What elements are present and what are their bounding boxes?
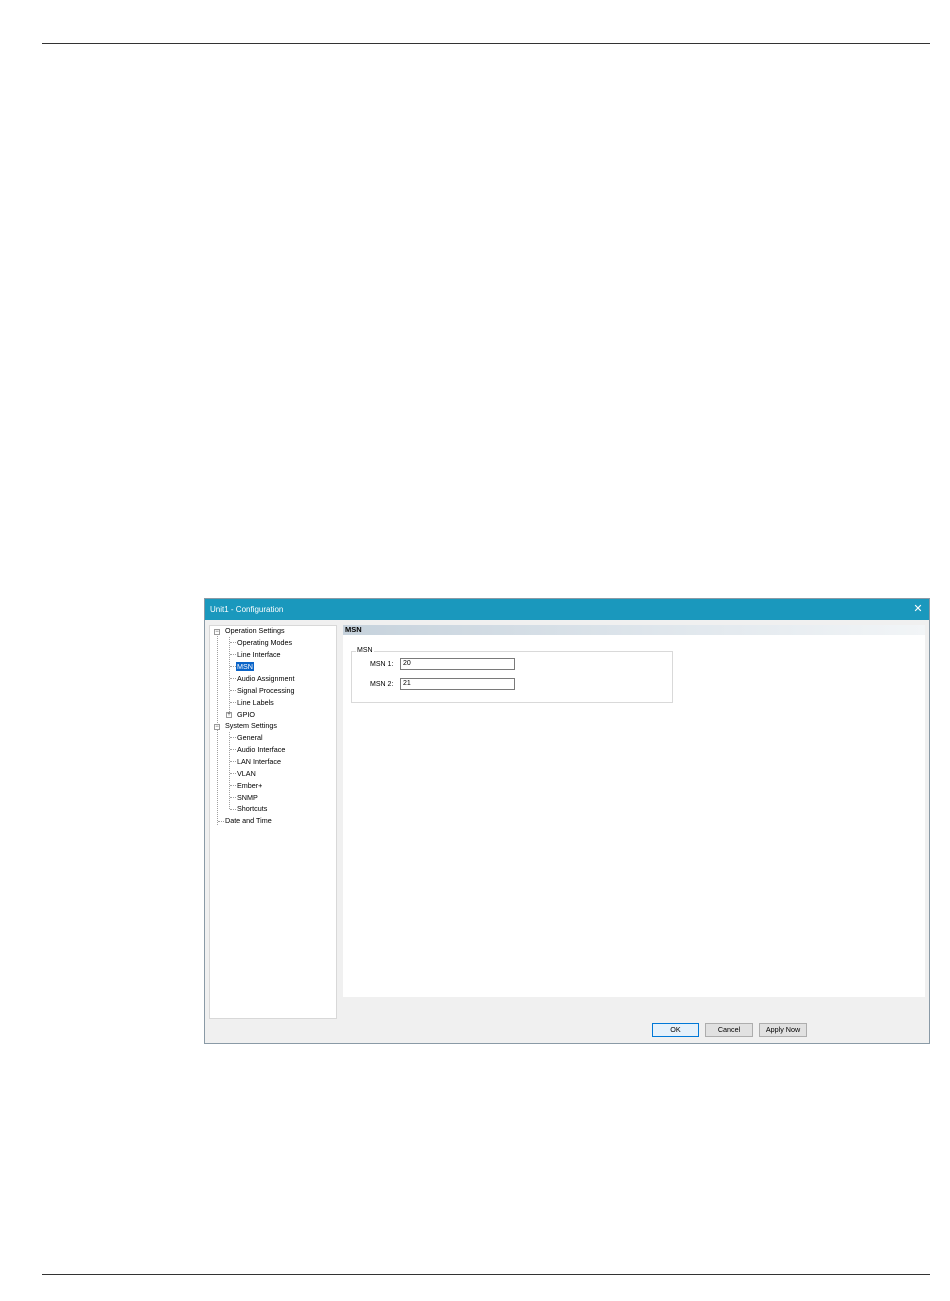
ok-button[interactable]: OK (652, 1023, 699, 1037)
msn2-input[interactable]: 21 (400, 678, 515, 690)
msn1-label: MSN 1: (370, 661, 394, 668)
apply-now-button[interactable]: Apply Now (759, 1023, 807, 1037)
groupbox-title: MSN (356, 646, 374, 656)
configuration-dialog: Unit1 - Configuration ✕ − + − Operation … (204, 598, 930, 1044)
tree-item-audio-assignment[interactable]: Audio Assignment (236, 674, 296, 684)
tree-item-line-labels[interactable]: Line Labels (236, 698, 275, 708)
tree-item-label: MSN (236, 662, 254, 671)
tree-item-operating-modes[interactable]: Operating Modes (236, 638, 293, 648)
tree-item-lan-interface[interactable]: LAN Interface (236, 757, 282, 767)
tree-item-label: SNMP (237, 793, 258, 802)
tree-item-line-interface[interactable]: Line Interface (236, 650, 282, 660)
tree-item-label: Ember+ (237, 781, 263, 790)
tree-item-label: Signal Processing (237, 686, 295, 695)
tree-item-label: Operating Modes (237, 638, 293, 647)
close-icon[interactable]: ✕ (907, 599, 929, 620)
tree-item-label: Operation Settings (225, 626, 285, 635)
tree-item-label: Date and Time (225, 816, 272, 825)
tree-item-msn[interactable]: MSN (236, 662, 254, 672)
tree-item-shortcuts[interactable]: Shortcuts (236, 804, 268, 814)
tree-item-date-and-time[interactable]: Date and Time (224, 816, 273, 826)
collapse-icon[interactable]: − (214, 724, 220, 730)
tree-item-operation-settings[interactable]: Operation Settings (224, 626, 286, 636)
tree-root-connector (217, 636, 218, 825)
dialog-title: Unit1 - Configuration (210, 605, 284, 614)
tree-item-label: LAN Interface (237, 757, 281, 766)
settings-tree[interactable]: − + − Operation Settings Operating Modes… (209, 625, 337, 1019)
settings-content-pane: MSN MSN MSN 1: 20 MSN 2: 21 (343, 625, 925, 997)
section-title: MSN (343, 625, 925, 635)
tree-item-snmp[interactable]: SNMP (236, 793, 259, 803)
page-bottom-rule (42, 1274, 930, 1275)
tree-item-label: Line Interface (237, 650, 281, 659)
msn2-label: MSN 2: (370, 681, 394, 688)
tree-item-label: Shortcuts (237, 804, 268, 813)
msn1-input[interactable]: 20 (400, 658, 515, 670)
tree-item-gpio[interactable]: GPIO (236, 710, 256, 720)
tree-item-label: General (237, 733, 263, 742)
dialog-titlebar[interactable]: Unit1 - Configuration ✕ (205, 599, 929, 620)
tree-item-system-settings[interactable]: System Settings (224, 721, 278, 731)
tree-item-vlan[interactable]: VLAN (236, 769, 257, 779)
tree-item-label: Line Labels (237, 698, 274, 707)
tree-item-label: GPIO (237, 710, 255, 719)
tree-item-ember-plus[interactable]: Ember+ (236, 781, 263, 791)
tree-item-label: System Settings (225, 721, 277, 730)
page-top-rule (42, 43, 930, 44)
tree-item-label: Audio Assignment (237, 674, 295, 683)
tree-item-general[interactable]: General (236, 733, 264, 743)
collapse-icon[interactable]: − (214, 629, 220, 635)
tree-item-audio-interface[interactable]: Audio Interface (236, 745, 286, 755)
tree-item-label: VLAN (237, 769, 256, 778)
tree-item-signal-processing[interactable]: Signal Processing (236, 686, 296, 696)
cancel-button[interactable]: Cancel (705, 1023, 753, 1037)
tree-item-label: Audio Interface (237, 745, 286, 754)
expand-icon[interactable]: + (226, 712, 232, 718)
